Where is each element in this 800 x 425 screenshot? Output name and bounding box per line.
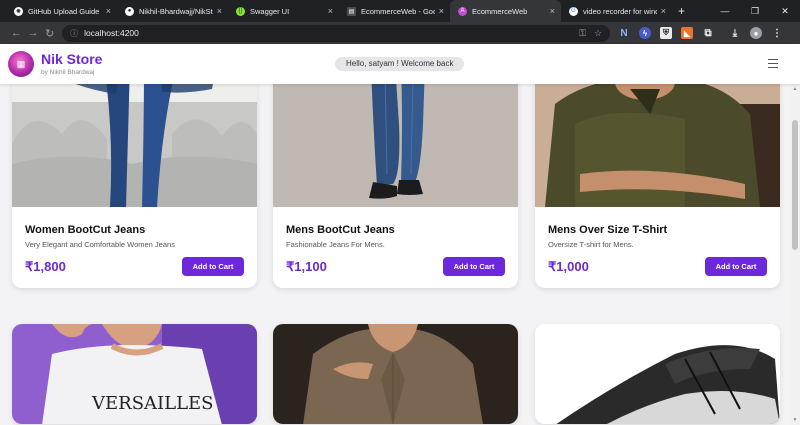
page-scrollbar[interactable]: ▲ ▼ [790, 84, 800, 425]
tab-title: Swagger UI [250, 6, 290, 16]
product-name: Mens Over Size T-Shirt [548, 224, 668, 236]
shield-extension-icon[interactable]: ⛨ [660, 27, 673, 39]
reload-icon[interactable]: ↻ [41, 27, 58, 40]
hamburger-menu-icon[interactable] [768, 59, 778, 70]
forward-icon[interactable]: → [25, 27, 42, 39]
extensions-area: N ϟ ⛨ ◣ ⧉ ⤓ ● ⋮ [618, 27, 792, 39]
bookmark-star-icon[interactable]: ☆ [594, 28, 602, 39]
tab-github-upload-guide[interactable]: ✺ GitHub Upload Guide × [6, 0, 117, 22]
close-window-icon[interactable]: ✕ [770, 0, 800, 22]
browser-tab-strip: ✺ GitHub Upload Guide × ● Nikhil-Bhardwa… [0, 0, 800, 22]
tab-video-recorder[interactable]: G video recorder for window × [561, 0, 672, 22]
welcome-badge: Hello, satyam ! Welcome back [335, 57, 465, 71]
product-image[interactable] [12, 84, 257, 207]
app-header: ▦ Nik Store by Nikhil Bhardwaj Hello, sa… [0, 44, 800, 84]
product-image[interactable] [273, 324, 518, 424]
back-icon[interactable]: ← [8, 27, 25, 39]
product-card [273, 324, 518, 424]
bolt-extension-icon[interactable]: ϟ [639, 27, 652, 39]
close-icon[interactable]: × [328, 6, 333, 16]
store-logo[interactable]: ▦ [8, 51, 34, 77]
brand-tagline: by Nikhil Bhardwaj [41, 69, 95, 76]
close-icon[interactable]: × [550, 6, 555, 16]
minimize-icon[interactable]: — [710, 0, 740, 22]
brand-name[interactable]: Nik Store [41, 52, 102, 67]
url-text: localhost:4200 [84, 28, 139, 38]
brand: Nik Store by Nikhil Bhardwaj [41, 52, 102, 77]
product-description: Very Elegant and Comfortable Women Jeans [25, 240, 175, 249]
add-to-cart-button[interactable]: Add to Cart [443, 257, 505, 276]
product-info: Women BootCut Jeans Very Elegant and Com… [12, 207, 257, 288]
product-name: Mens BootCut Jeans [286, 224, 395, 236]
product-card: Mens Over Size T-Shirt Oversize T-shirt … [535, 84, 780, 288]
product-card: Women BootCut Jeans Very Elegant and Com… [12, 84, 257, 288]
chatgpt-icon: ✺ [14, 6, 23, 16]
product-info: Mens Over Size T-Shirt Oversize T-shirt … [535, 207, 780, 288]
product-price: ₹1,800 [25, 259, 66, 274]
github-icon: ● [125, 6, 134, 16]
google-icon: G [569, 6, 578, 16]
product-info: Mens BootCut Jeans Fashionable Jeans For… [273, 207, 518, 288]
product-card: Mens BootCut Jeans Fashionable Jeans For… [273, 84, 518, 288]
tab-swagger-ui[interactable]: {} Swagger UI × [228, 0, 339, 22]
restore-icon[interactable]: ❐ [740, 0, 770, 22]
product-price: ₹1,000 [548, 259, 589, 274]
n-extension-icon[interactable]: N [618, 27, 630, 39]
angular-icon: A [458, 6, 467, 16]
product-image[interactable] [273, 84, 518, 207]
address-bar[interactable]: ⓘ localhost:4200 ⚿ ☆ [62, 24, 611, 42]
tab-ecommerceweb[interactable]: A EcommerceWeb × [450, 0, 561, 22]
scroll-down-icon[interactable]: ▼ [790, 415, 800, 425]
close-icon[interactable]: × [106, 6, 111, 16]
product-card [535, 324, 780, 424]
tab-github-nikstore[interactable]: ● Nikhil-Bhardwajj/NikStore × [117, 0, 228, 22]
new-tab-button[interactable]: + [678, 4, 685, 18]
close-icon[interactable]: × [661, 6, 666, 16]
puzzle-extensions-icon[interactable]: ⧉ [702, 27, 714, 39]
product-card: VERSAILLES [12, 324, 257, 424]
product-price: ₹1,100 [286, 259, 327, 274]
product-image[interactable] [535, 84, 780, 207]
scroll-up-icon[interactable]: ▲ [790, 84, 800, 94]
kebab-menu-icon[interactable]: ⋮ [771, 27, 783, 39]
site-info-icon[interactable]: ⓘ [70, 28, 78, 39]
close-icon[interactable]: × [439, 6, 444, 16]
scroll-thumb[interactable] [792, 120, 798, 250]
tab-title: GitHub Upload Guide [28, 6, 100, 16]
password-key-icon[interactable]: ⚿ [579, 28, 586, 39]
add-to-cart-button[interactable]: Add to Cart [182, 257, 244, 276]
product-name: Women BootCut Jeans [25, 224, 146, 236]
close-icon[interactable]: × [217, 6, 222, 16]
download-icon[interactable]: ⤓ [729, 27, 741, 39]
product-grid: Women BootCut Jeans Very Elegant and Com… [0, 84, 790, 425]
product-description: Fashionable Jeans For Mens. [286, 240, 385, 249]
tab-title: EcommerceWeb [472, 6, 528, 16]
tab-ecommerceweb-google[interactable]: ▤ EcommerceWeb - Google × [339, 0, 450, 22]
tab-title: video recorder for window [583, 6, 657, 16]
tab-title: EcommerceWeb - Google [361, 6, 435, 16]
vscode-extension-icon[interactable]: ◣ [681, 27, 694, 39]
profile-avatar[interactable]: ● [750, 27, 763, 39]
tshirt-print: VERSAILLES [91, 393, 214, 414]
product-image[interactable] [535, 324, 780, 424]
swagger-icon: {} [236, 6, 245, 16]
product-description: Oversize T-shirt for Mens. [548, 240, 634, 249]
add-to-cart-button[interactable]: Add to Cart [705, 257, 767, 276]
window-controls: — ❐ ✕ [710, 0, 800, 22]
tab-title: Nikhil-Bhardwajj/NikStore [139, 6, 213, 16]
product-image[interactable]: VERSAILLES [12, 324, 257, 424]
google-docs-icon: ▤ [347, 6, 356, 16]
browser-toolbar: ← → ↻ ⓘ localhost:4200 ⚿ ☆ N ϟ ⛨ ◣ ⧉ ⤓ ●… [0, 22, 800, 44]
